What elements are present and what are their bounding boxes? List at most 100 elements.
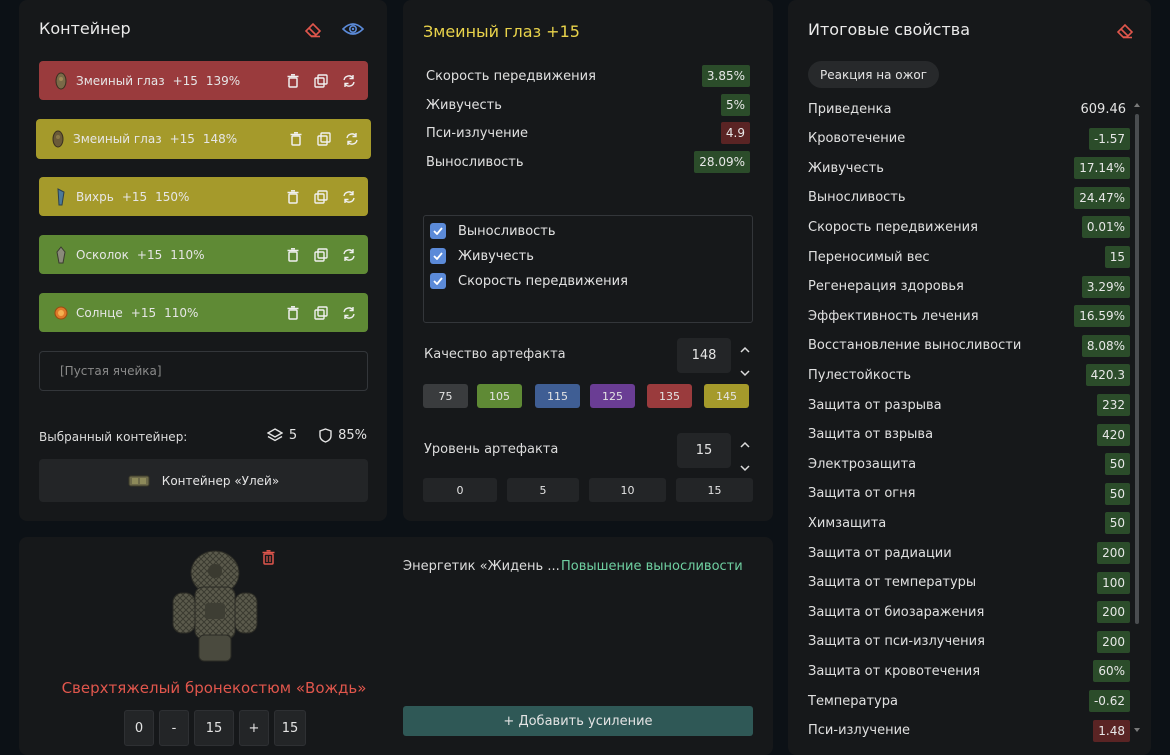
armor-image (165, 547, 265, 665)
total-stat-name: Защита от температуры (808, 575, 977, 591)
total-stat-name: Защита от разрыва (808, 397, 942, 413)
artifact-level: +15 (136, 247, 163, 262)
artifact-name: Змеиный глаз (76, 73, 165, 88)
container-select-button[interactable]: Контейнер «Улей» (39, 459, 368, 502)
total-stat-value: 100 (1097, 571, 1130, 594)
quality-preset-button[interactable]: 125 (590, 384, 635, 408)
total-stat-name: Температура (808, 693, 898, 709)
stat-name: Живучесть (426, 97, 502, 113)
trash-icon[interactable] (286, 305, 300, 320)
quality-preset-button[interactable]: 145 (704, 384, 749, 408)
eraser-icon[interactable] (1115, 21, 1135, 41)
quality-preset-button[interactable]: 105 (477, 384, 522, 408)
level-preset-button[interactable]: 0 (423, 478, 497, 502)
checkbox-checked-icon[interactable] (430, 248, 446, 264)
trash-icon[interactable] (286, 189, 300, 204)
scroll-up-icon[interactable] (1134, 103, 1140, 107)
trash-icon[interactable] (261, 549, 275, 565)
artifact-slot[interactable]: Змеиный глаз +15 139% (39, 61, 368, 100)
eye-icon[interactable] (342, 19, 364, 39)
level-input[interactable]: 15 (677, 433, 731, 468)
total-stat-row: Выносливость 24.47% (808, 186, 1130, 210)
total-stat-name: Эффективность лечения (808, 308, 979, 324)
total-stat-value: 232 (1097, 394, 1130, 416)
quality-preset-button[interactable]: 75 (423, 384, 468, 408)
level-preset-button[interactable]: 10 (589, 478, 666, 502)
quality-preset-button[interactable]: 135 (647, 384, 692, 408)
boost-effect: Повышение выносливости (561, 559, 743, 574)
artifact-quality: 110% (164, 305, 199, 320)
copy-icon[interactable] (314, 247, 328, 262)
total-stat-value: 16.59% (1074, 305, 1130, 328)
artifact-slot[interactable]: Солнце +15 110% (39, 293, 368, 332)
level-preset-button[interactable]: 15 (676, 478, 753, 502)
swap-icon[interactable] (342, 74, 356, 88)
container-icon (128, 474, 150, 488)
level-max-button[interactable]: 15 (274, 710, 306, 746)
quality-input[interactable]: 148 (677, 338, 731, 373)
scrollbar[interactable] (1135, 114, 1139, 624)
add-boost-button[interactable]: + Добавить усиление (403, 706, 753, 736)
artifact-level: +15 (172, 73, 198, 88)
copy-icon[interactable] (314, 189, 328, 204)
artifact-slot[interactable]: Вихрь +15 150% (39, 177, 368, 216)
armor-level-input[interactable]: 15 (194, 710, 234, 746)
total-stat-row: Температура -0.62 (808, 689, 1130, 713)
stat-name: Пси-излучение (426, 125, 529, 141)
level-decrement-button[interactable]: - (159, 710, 189, 746)
total-stat-name: Кровотечение (808, 131, 906, 147)
level-min-button[interactable]: 0 (124, 710, 154, 746)
artifact-quality: 150% (155, 189, 190, 204)
total-stat-row: Защита от разрыва 232 (808, 393, 1130, 417)
artifact-icon (49, 130, 67, 148)
armor-panel: Сверхтяжелый бронекостюм «Вождь» 0 - 15 … (19, 537, 773, 755)
copy-icon[interactable] (317, 132, 331, 146)
reaction-tag[interactable]: Реакция на ожог (808, 61, 940, 88)
scroll-down-icon[interactable] (1134, 728, 1140, 732)
copy-icon[interactable] (314, 305, 328, 320)
total-stat-value: 420 (1097, 423, 1130, 446)
total-stat-name: Защита от радиации (808, 545, 952, 561)
stat-checklist: Выносливость Живучесть Скорость передвижен… (423, 215, 753, 323)
chevron-down-icon[interactable] (739, 458, 751, 477)
total-stat-row: Скорость передвижения 0.01% (808, 215, 1130, 239)
total-stat-name: Регенерация здоровья (808, 279, 964, 295)
chevron-up-icon[interactable] (739, 435, 751, 454)
swap-icon[interactable] (342, 306, 356, 320)
quality-preset-button[interactable]: 115 (535, 384, 580, 408)
stat-checkbox[interactable]: Выносливость (430, 223, 556, 239)
checkbox-checked-icon[interactable] (430, 223, 446, 239)
total-stat-row: Защита от огня 50 (808, 482, 1130, 506)
trash-icon[interactable] (289, 132, 303, 146)
level-preset-button[interactable]: 5 (507, 478, 579, 502)
stat-checkbox[interactable]: Скорость передвижения (430, 273, 628, 289)
stat-checkbox[interactable]: Живучесть (430, 248, 534, 264)
total-stat-value: 24.47% (1074, 186, 1130, 209)
armor-name: Сверхтяжелый бронекостюм «Вождь» (61, 679, 367, 697)
swap-icon[interactable] (342, 190, 356, 204)
total-stat-row: Кровотечение -1.57 (808, 127, 1130, 151)
total-stat-value: -0.62 (1088, 690, 1130, 712)
total-stat-row: Регенерация здоровья 3.29% (808, 275, 1130, 299)
copy-icon[interactable] (314, 73, 328, 88)
total-stat-name: Переносимый вес (808, 249, 930, 265)
total-stat-row: Эффективность лечения 16.59% (808, 304, 1130, 328)
empty-slot[interactable]: [Пустая ячейка] (39, 351, 368, 391)
artifact-slot[interactable]: Осколок +15 110% (39, 235, 368, 274)
checkbox-checked-icon[interactable] (430, 273, 446, 289)
artifact-actions (289, 119, 359, 159)
stat-value: 5% (720, 94, 750, 116)
swap-icon[interactable] (342, 248, 356, 262)
trash-icon[interactable] (286, 73, 300, 88)
swap-icon[interactable] (345, 132, 359, 146)
level-increment-button[interactable]: + (239, 710, 269, 746)
artifact-level: +15 (121, 189, 148, 204)
total-stat-value: 60% (1093, 660, 1130, 683)
artifact-slot[interactable]: Змеиный глаз +15 148% (36, 119, 371, 159)
protection-value: 85% (338, 428, 367, 443)
chevron-up-icon[interactable] (739, 340, 751, 359)
trash-icon[interactable] (286, 247, 300, 262)
eraser-icon[interactable] (303, 20, 323, 40)
total-stat-name: Защита от кровотечения (808, 663, 981, 679)
chevron-down-icon[interactable] (739, 363, 751, 382)
